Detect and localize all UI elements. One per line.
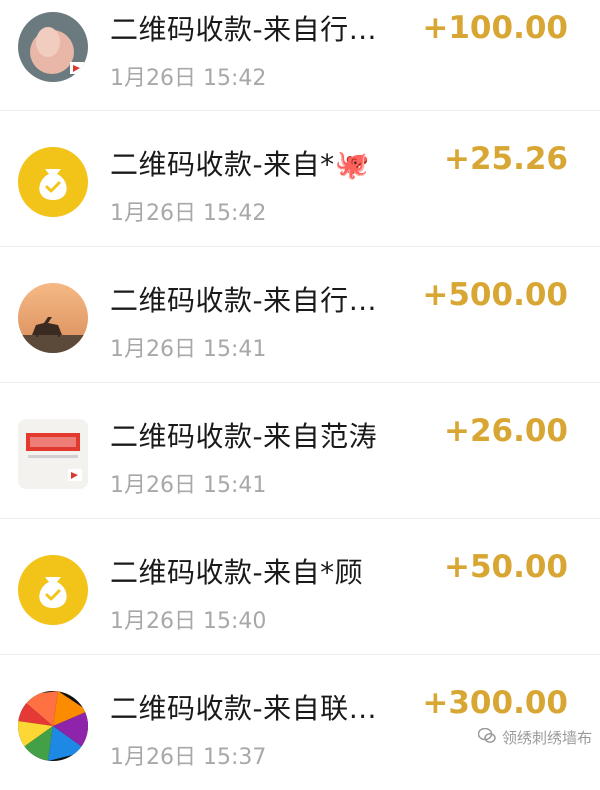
transaction-row[interactable]: 二维码收款-来自行… 1月26日 15:41 +500.00 [0, 246, 600, 382]
transaction-time: 1月26日 15:41 [110, 337, 267, 362]
transaction-time: 1月26日 15:42 [110, 66, 267, 91]
transaction-row[interactable]: 二维码收款-来自行… 1月26日 15:42 +100.00 [0, 0, 600, 110]
transaction-amount: +500.00 [422, 277, 568, 313]
transaction-title: 二维码收款-来自*🐙 [110, 148, 370, 181]
transaction-amount: +100.00 [422, 10, 568, 46]
avatar [18, 283, 88, 353]
avatar [18, 12, 88, 82]
watermark-text: 领绣刺绣墙布 [501, 729, 592, 747]
transaction-amount: +26.00 [443, 413, 568, 449]
money-bag-icon [18, 555, 88, 625]
avatar [18, 691, 88, 761]
watermark: 领绣刺绣墙布 [477, 727, 592, 748]
transaction-list: 二维码收款-来自行… 1月26日 15:42 +100.00 二维码收款-来自*… [0, 0, 600, 790]
transaction-time: 1月26日 15:37 [110, 745, 267, 770]
transaction-row[interactable]: 二维码收款-来自联… 1月26日 15:37 +300.00 [0, 654, 600, 790]
avatar [18, 419, 88, 489]
transaction-title: 二维码收款-来自*顾 [110, 556, 364, 589]
transaction-title: 二维码收款-来自行… [110, 284, 378, 317]
money-bag-icon [18, 147, 88, 217]
transaction-row[interactable]: 二维码收款-来自*顾 1月26日 15:40 +50.00 [0, 518, 600, 654]
transaction-title: 二维码收款-来自联… [110, 692, 378, 725]
transaction-time: 1月26日 15:42 [110, 201, 267, 226]
transaction-amount: +50.00 [443, 549, 568, 585]
transaction-title: 二维码收款-来自范涛 [110, 420, 378, 453]
transaction-row[interactable]: 二维码收款-来自*🐙 1月26日 15:42 +25.26 [0, 110, 600, 246]
transaction-amount: +25.26 [443, 141, 568, 177]
transaction-time: 1月26日 15:40 [110, 609, 267, 634]
transaction-row[interactable]: 二维码收款-来自范涛 1月26日 15:41 +26.00 [0, 382, 600, 518]
transaction-title: 二维码收款-来自行… [110, 13, 378, 46]
wechat-icon [477, 727, 496, 748]
transaction-amount: +300.00 [422, 685, 568, 721]
transaction-time: 1月26日 15:41 [110, 473, 267, 498]
